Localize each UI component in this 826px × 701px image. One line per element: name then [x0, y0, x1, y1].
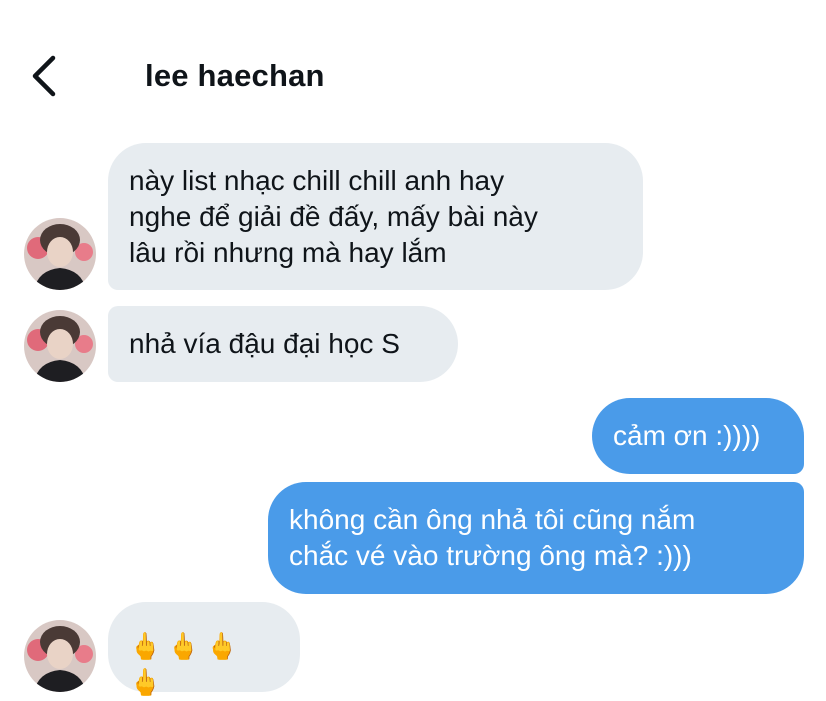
avatar[interactable]	[24, 218, 96, 290]
contact-name: lee haechan	[145, 58, 325, 93]
message-bubble-outgoing[interactable]: không cần ông nhả tôi cũng nắm chắc vé v…	[268, 482, 804, 594]
avatar[interactable]	[24, 310, 96, 382]
message-bubble-incoming[interactable]: 🖕🖕🖕🖕	[108, 602, 300, 697]
chat-header: lee haechan	[0, 0, 826, 140]
avatar[interactable]	[24, 620, 96, 692]
message-bubble-outgoing[interactable]: cảm ơn :))))	[592, 398, 804, 474]
message-bubble-incoming[interactable]: này list nhạc chill chill anh hay nghe đ…	[108, 143, 643, 290]
back-button[interactable]	[22, 52, 66, 100]
message-bubble-incoming[interactable]: nhả vía đậu đại học S	[108, 306, 458, 382]
chevron-left-icon	[32, 55, 56, 97]
